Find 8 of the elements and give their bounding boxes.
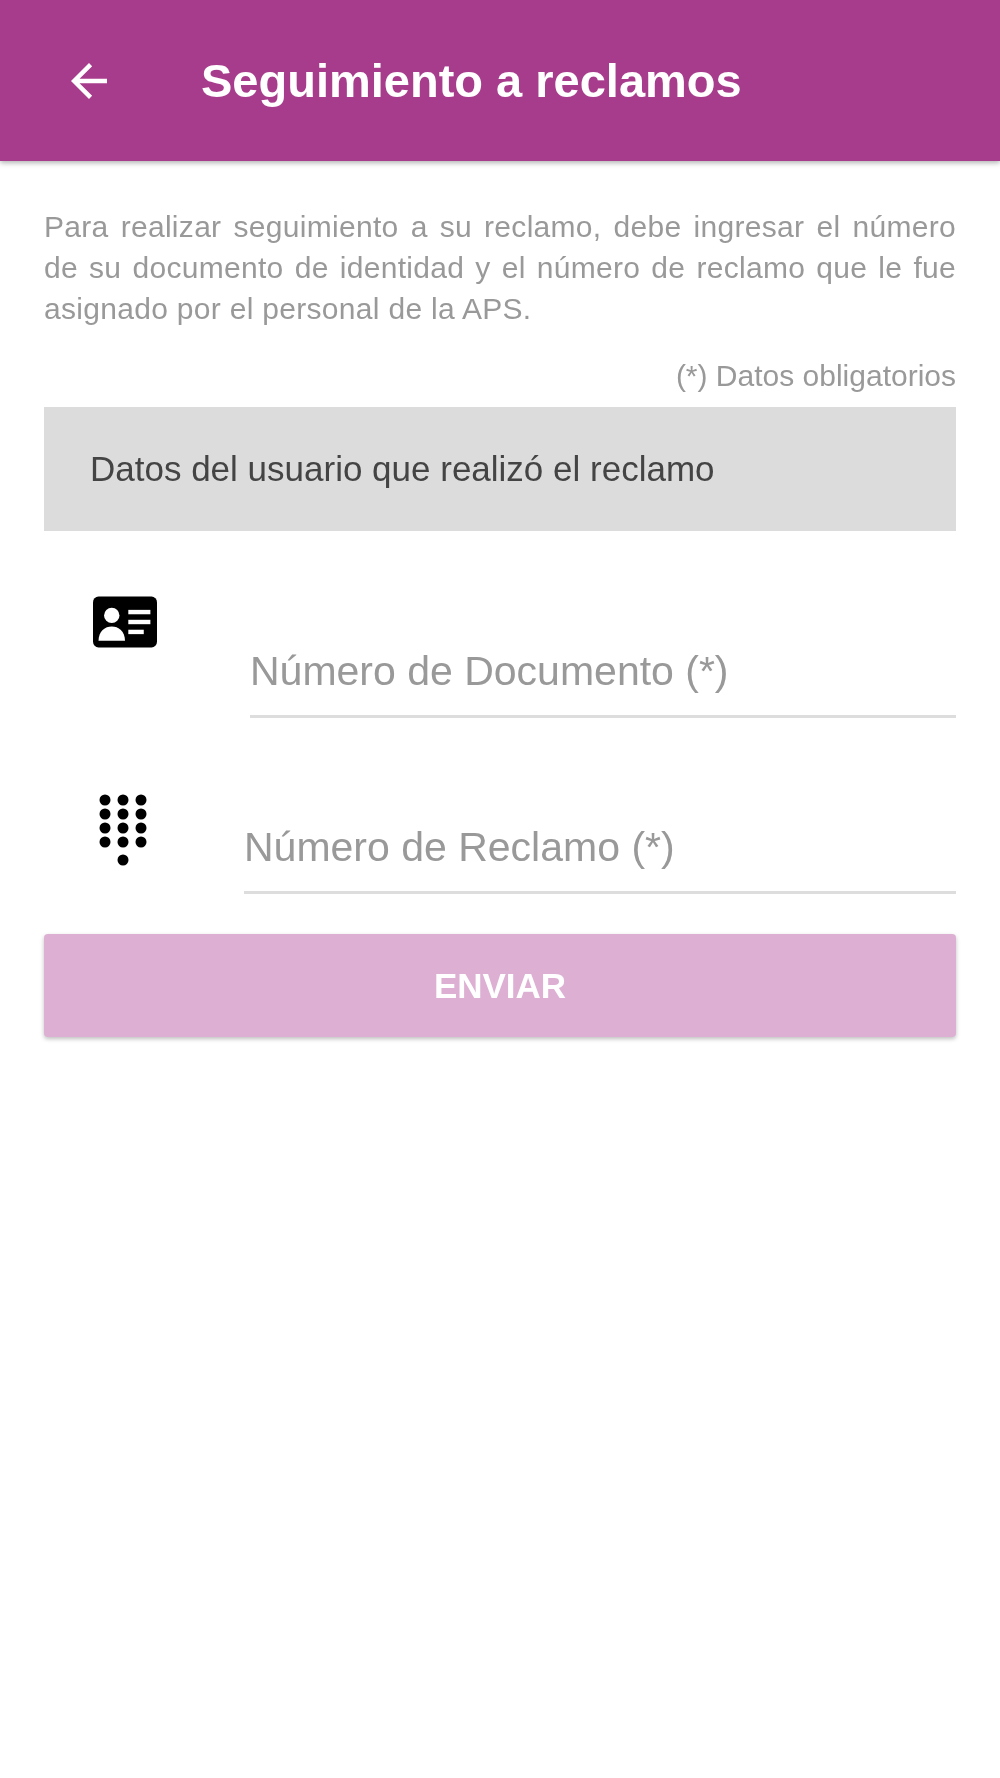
instructions-text: Para realizar seguimiento a su reclamo, debe ingresar el número de su documento de identidad y el número de reclamo que le fue asignado por el personal de la APS. bbox=[44, 209, 956, 327]
dialpad-icon bbox=[97, 794, 149, 866]
input-field[interactable]: Número de Reclamo (*) bbox=[244, 794, 956, 894]
id-card-icon bbox=[93, 596, 157, 648]
input-field[interactable]: Número de Documento (*) bbox=[250, 618, 956, 718]
section-header: Datos del usuario que realizó el reclamo bbox=[44, 407, 956, 531]
screen-title: Seguimiento a reclamos bbox=[201, 53, 742, 108]
required-note: (*) Datos obligatorios bbox=[674, 359, 956, 393]
